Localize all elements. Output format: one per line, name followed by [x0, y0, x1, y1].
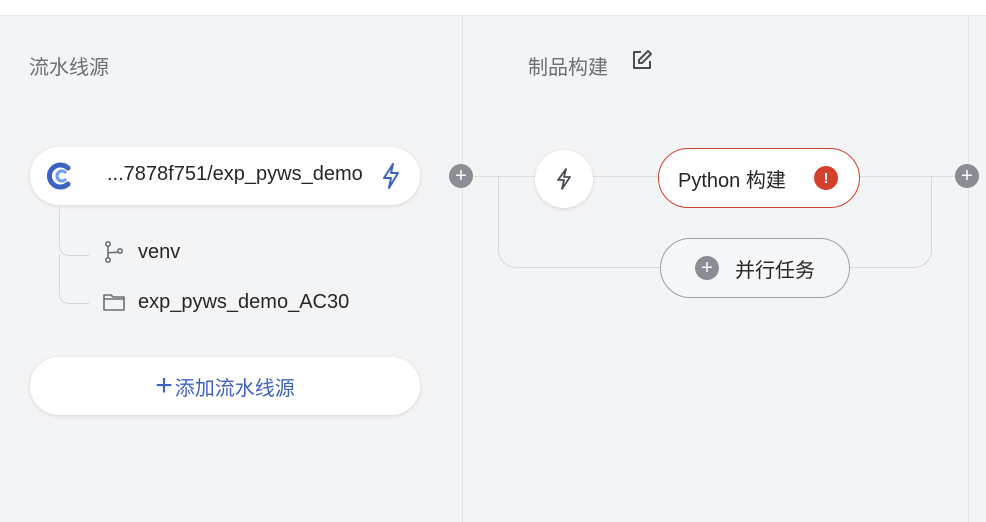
add-stage-button[interactable]: +	[449, 164, 473, 188]
python-build-task[interactable]: Python 构建 !	[658, 148, 860, 208]
coding-logo-icon	[47, 162, 71, 190]
parallel-task-label: 并行任务	[735, 259, 815, 282]
source-branch-row: venv	[102, 240, 180, 264]
build-stage-title: 制品构建	[528, 57, 608, 79]
stage-divider	[968, 16, 969, 522]
directory-name: exp_pyws_demo_AC30	[138, 290, 350, 313]
tree-connector	[59, 255, 89, 304]
parallel-branch-connector	[850, 176, 932, 268]
plus-icon: +	[695, 256, 719, 280]
folder-icon	[103, 294, 125, 311]
stage-divider	[462, 16, 463, 522]
plus-icon: +	[155, 369, 173, 402]
top-bar	[0, 0, 986, 16]
lightning-icon[interactable]	[380, 162, 402, 190]
sources-stage-title: 流水线源	[29, 57, 109, 79]
git-branch-icon	[104, 240, 124, 263]
edit-icon[interactable]	[630, 48, 654, 72]
source-directory-row: exp_pyws_demo_AC30	[102, 290, 349, 314]
add-pipeline-source-label: 添加流水线源	[174, 377, 295, 400]
source-repo-name: ...7878f751/exp_pyws_demo	[107, 163, 363, 185]
add-pipeline-source-button[interactable]: + 添加流水线源	[30, 357, 420, 415]
branch-name: venv	[138, 240, 181, 263]
python-build-task-label: Python 构建	[678, 169, 786, 192]
build-trigger-node[interactable]	[535, 150, 593, 208]
add-stage-button[interactable]: +	[955, 164, 979, 188]
tree-connector	[59, 205, 89, 256]
lightning-icon	[557, 168, 571, 190]
pipeline-source-card[interactable]: ...7878f751/exp_pyws_demo	[30, 147, 420, 205]
add-parallel-task-button[interactable]: + 并行任务	[660, 238, 850, 298]
error-icon: !	[814, 166, 838, 190]
